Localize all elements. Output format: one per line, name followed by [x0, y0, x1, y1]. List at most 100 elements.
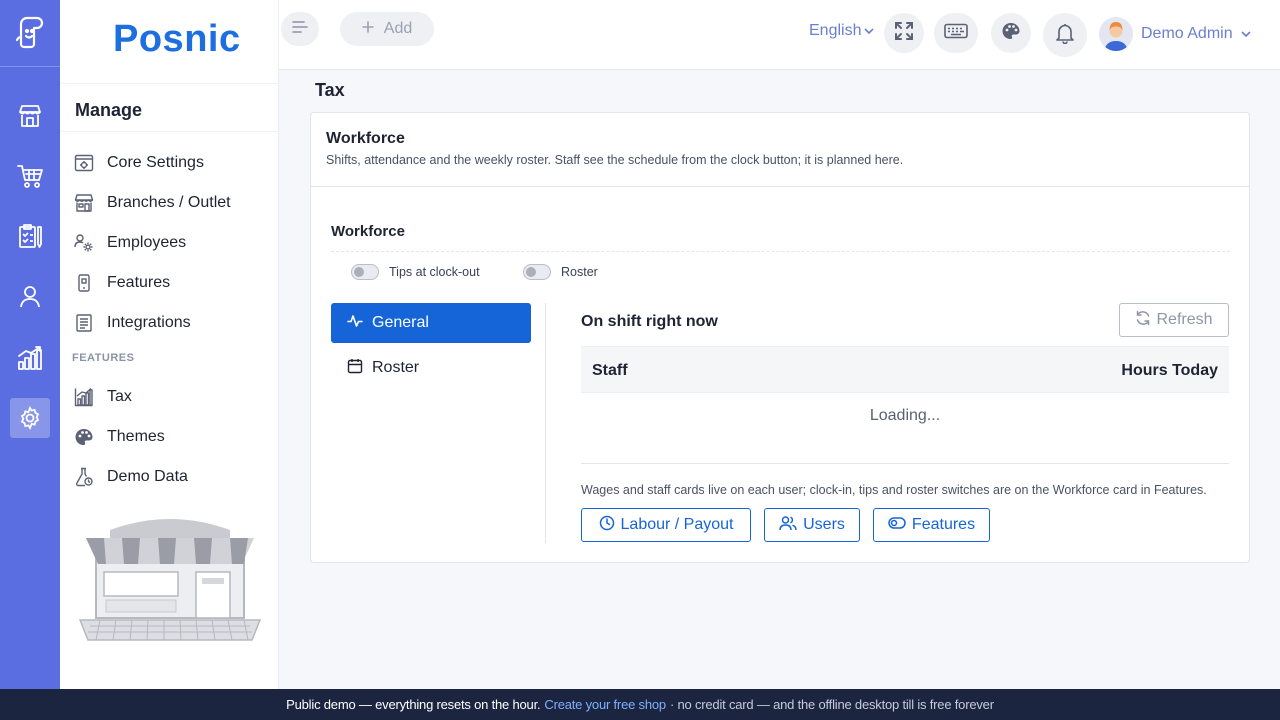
theme-button[interactable] [991, 13, 1031, 53]
on-shift-title: On shift right now [581, 313, 718, 330]
menu-item-label: Features [107, 274, 171, 291]
plus-icon [361, 20, 374, 38]
clipboard-list-icon [74, 313, 94, 333]
menu-section-features: FEATURES [72, 352, 135, 364]
card-title: Workforce [326, 130, 405, 147]
chevron-down-icon [864, 22, 875, 40]
tab-roster[interactable]: Roster [331, 348, 531, 388]
fullscreen-button[interactable] [884, 13, 924, 53]
refresh-icon [1135, 310, 1151, 331]
menu-item-demo-data[interactable]: Demo Data [74, 462, 188, 492]
tab-label: Roster [372, 359, 420, 376]
loading-text: Loading... [869, 407, 941, 424]
app-logo-icon[interactable] [10, 12, 50, 52]
avatar [1099, 17, 1133, 51]
tips-switch[interactable] [351, 264, 379, 280]
top-bar: Add English Demo Admin [279, 0, 1280, 70]
fullscreen-icon [894, 21, 914, 46]
flask-icon [74, 467, 94, 487]
switch-knob [354, 267, 364, 277]
demo-banner: Public demo — everything resets on the h… [0, 689, 1280, 720]
pane-divider [581, 463, 1229, 464]
rail-clipboard-icon[interactable] [10, 216, 50, 256]
employees-gear-icon [74, 233, 94, 253]
column-header-staff: Staff [592, 362, 628, 379]
column-header-hours-today: Hours Today [1121, 362, 1218, 379]
toggle-label: Roster [561, 265, 598, 279]
chevron-down-icon [1241, 25, 1251, 43]
workforce-card: Workforce Shifts, attendance and the wee… [310, 112, 1250, 563]
menu-item-branches[interactable]: Branches / Outlet [74, 188, 231, 218]
toggle-tips-at-clock-out[interactable]: Tips at clock-out [351, 264, 480, 280]
refresh-label: Refresh [1156, 311, 1213, 328]
bell-icon [1055, 22, 1075, 49]
chart-icon [74, 387, 94, 407]
icon-rail [0, 0, 60, 689]
features-button[interactable]: Features [873, 508, 990, 542]
toggle-roster[interactable]: Roster [523, 264, 598, 280]
roster-switch[interactable] [523, 264, 551, 280]
section-title: Workforce [331, 223, 405, 240]
user-name: Demo Admin [1141, 25, 1233, 42]
device-icon [74, 273, 94, 293]
users-button[interactable]: Users [764, 508, 860, 542]
activity-pulse-icon [347, 313, 363, 334]
tab-label: General [372, 314, 429, 331]
page-title: Tax [315, 80, 345, 100]
clock-icon [599, 515, 615, 536]
menu-toggle-button[interactable] [281, 12, 319, 46]
menu-item-tax[interactable]: Tax [74, 382, 132, 412]
menu-item-employees[interactable]: Employees [74, 228, 186, 258]
user-menu[interactable]: Demo Admin [1099, 17, 1251, 51]
notifications-button[interactable] [1043, 13, 1087, 57]
palette-icon [74, 427, 94, 447]
button-label: Labour / Payout [620, 516, 734, 533]
menu-item-themes[interactable]: Themes [74, 422, 165, 452]
menu-item-label: Employees [107, 234, 187, 251]
store-icon [74, 193, 94, 213]
button-label: Users [803, 516, 845, 533]
tab-general[interactable]: General [331, 303, 531, 343]
menu-item-label: Integrations [107, 314, 191, 331]
side-menu: Posnic Manage Core Settings Branches / O… [60, 0, 279, 689]
language-label: English [809, 22, 862, 39]
brand-logo-text[interactable]: Posnic [113, 18, 241, 61]
labour-payout-button[interactable]: Labour / Payout [581, 508, 751, 542]
menu-lines-icon [291, 19, 309, 40]
rail-chart-icon[interactable] [10, 338, 50, 378]
help-note: Wages and staff cards live on each user;… [581, 483, 1207, 497]
rail-divider [0, 66, 60, 67]
brand-header: Posnic [60, 0, 279, 84]
menu-item-label: Branches / Outlet [107, 194, 231, 211]
calendar-icon [347, 358, 363, 379]
create-shop-link[interactable]: Create your free shop [544, 697, 666, 712]
menu-item-integrations[interactable]: Integrations [74, 308, 191, 338]
rail-cart-icon[interactable] [10, 156, 50, 196]
tab-list: General Roster [331, 303, 546, 543]
palette-icon [1001, 21, 1021, 46]
menu-item-label: Demo Data [107, 468, 188, 485]
table-header: Staff Hours Today [581, 346, 1229, 393]
rail-user-icon[interactable] [10, 276, 50, 316]
banner-tail-text: · no credit card — and the offline deskt… [669, 697, 994, 712]
add-button-label: Add [383, 20, 413, 37]
menu-title-divider [60, 131, 279, 132]
section-divider [331, 251, 1230, 252]
add-button[interactable]: Add [340, 12, 434, 46]
general-tab-pane: On shift right now Refresh Staff Hours T… [581, 303, 1229, 543]
settings-sliders-icon [74, 153, 94, 173]
toggle-switch-icon [888, 516, 906, 534]
language-selector[interactable]: English [809, 22, 875, 40]
button-label: Features [911, 516, 976, 533]
menu-item-label: Core Settings [107, 154, 204, 171]
menu-item-features[interactable]: Features [74, 268, 170, 298]
rail-settings-icon[interactable] [10, 398, 50, 438]
rail-store-icon[interactable] [10, 96, 50, 136]
toggle-label: Tips at clock-out [389, 265, 480, 279]
users-icon [779, 515, 797, 536]
menu-item-core-settings[interactable]: Core Settings [74, 148, 204, 178]
card-header: Workforce Shifts, attendance and the wee… [311, 113, 1249, 187]
switch-knob [526, 267, 536, 277]
keyboard-button[interactable] [934, 13, 978, 53]
refresh-button[interactable]: Refresh [1119, 303, 1229, 337]
